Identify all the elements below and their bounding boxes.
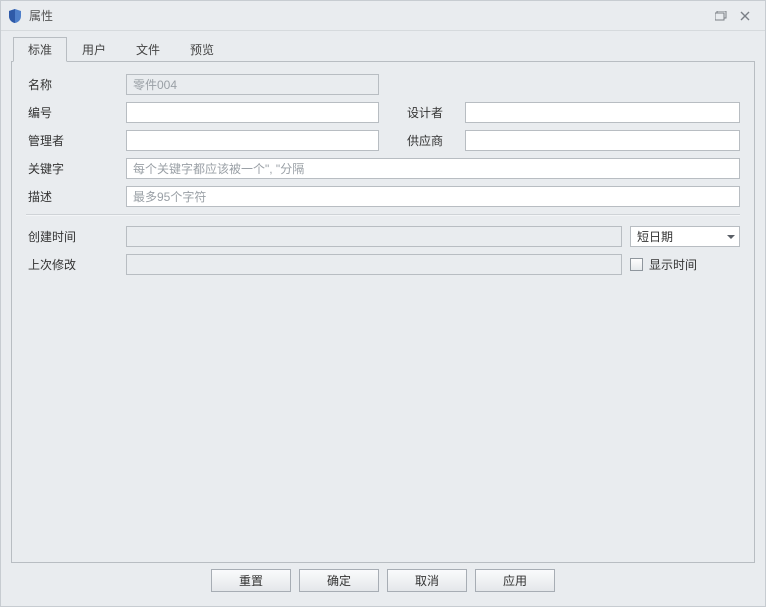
tab-standard[interactable]: 标准	[13, 37, 67, 62]
reset-button[interactable]: 重置	[211, 569, 291, 592]
label-created: 创建时间	[26, 228, 118, 245]
date-format-value: 短日期	[637, 228, 673, 245]
label-lastmodified: 上次修改	[26, 256, 118, 273]
close-icon[interactable]	[733, 6, 757, 26]
client-area: 标准 用户 文件 预览 名称 零件004 编号 设计者	[1, 31, 765, 606]
tab-file-label: 文件	[136, 43, 160, 57]
cancel-button[interactable]: 取消	[387, 569, 467, 592]
show-time-checkbox[interactable]: 显示时间	[630, 256, 697, 273]
manager-field[interactable]	[126, 130, 379, 151]
tab-container: 标准 用户 文件 预览 名称 零件004 编号 设计者	[11, 39, 755, 563]
created-field	[126, 226, 622, 247]
properties-dialog: 属性 标准 用户 文件 预览 名称	[0, 0, 766, 607]
tab-preview[interactable]: 预览	[175, 37, 229, 61]
tab-user-label: 用户	[82, 43, 106, 57]
label-name: 名称	[26, 76, 118, 93]
tab-user[interactable]: 用户	[67, 37, 121, 61]
tab-file[interactable]: 文件	[121, 37, 175, 61]
label-keywords: 关键字	[26, 160, 118, 177]
description-field[interactable]	[126, 186, 740, 207]
restore-icon[interactable]	[709, 6, 733, 26]
button-bar: 重置 确定 取消 应用	[11, 563, 755, 600]
tab-panel-standard: 名称 零件004 编号 设计者 管理者 供应商	[11, 61, 755, 563]
number-field[interactable]	[126, 102, 379, 123]
label-number: 编号	[26, 104, 118, 121]
standard-form: 名称 零件004 编号 设计者 管理者 供应商	[26, 74, 740, 275]
designer-field[interactable]	[465, 102, 740, 123]
label-manager: 管理者	[26, 132, 118, 149]
window-title: 属性	[29, 7, 709, 24]
apply-button[interactable]: 应用	[475, 569, 555, 592]
checkbox-icon	[630, 258, 643, 271]
chevron-down-icon	[727, 235, 735, 239]
label-vendor: 供应商	[387, 132, 457, 149]
tabstrip: 标准 用户 文件 预览	[13, 39, 755, 61]
vendor-field[interactable]	[465, 130, 740, 151]
titlebar: 属性	[1, 1, 765, 31]
ok-button[interactable]: 确定	[299, 569, 379, 592]
tab-preview-label: 预览	[190, 43, 214, 57]
label-designer: 设计者	[387, 104, 457, 121]
tab-standard-label: 标准	[28, 43, 52, 57]
keywords-field[interactable]	[126, 158, 740, 179]
lastmodified-field	[126, 254, 622, 275]
separator	[26, 214, 740, 216]
label-description: 描述	[26, 188, 118, 205]
show-time-label: 显示时间	[649, 256, 697, 273]
name-field: 零件004	[126, 74, 379, 95]
app-icon	[7, 8, 23, 24]
date-format-select[interactable]: 短日期	[630, 226, 740, 247]
